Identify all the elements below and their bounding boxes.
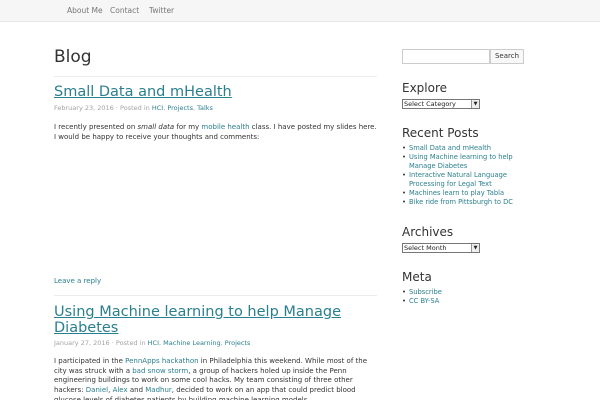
- subscribe-link[interactable]: Subscribe: [409, 288, 442, 296]
- search-button[interactable]: Search: [490, 49, 524, 64]
- list-item: • Machines learn to play Tabla: [402, 189, 524, 197]
- divider: [54, 76, 377, 77]
- top-navbar: About Me Contact Twitter: [0, 0, 600, 22]
- post-excerpt: I participated in the PennApps hackathon…: [54, 357, 367, 400]
- madhur-link[interactable]: Madhur: [145, 386, 172, 394]
- bullet-icon: •: [402, 189, 406, 198]
- month-select-value: Select Month: [404, 244, 447, 252]
- list-item: • Subscribe: [402, 288, 524, 296]
- meta-list: • Subscribe • CC BY-SA: [402, 288, 524, 307]
- post-date: February 23, 2016: [54, 104, 114, 112]
- daniel-link[interactable]: Daniel: [86, 386, 108, 394]
- nav-twitter[interactable]: Twitter: [149, 6, 174, 15]
- category-link[interactable]: HCI: [148, 339, 159, 347]
- posted-in-label: Posted in: [120, 104, 150, 112]
- recent-post-link[interactable]: Using Machine learning to help Manage Di…: [409, 153, 513, 169]
- post-excerpt: I recently presented on small data for m…: [54, 123, 377, 141]
- chevron-down-icon: ▼: [471, 100, 479, 108]
- post-title-link[interactable]: Small Data and mHealth: [54, 84, 354, 100]
- post-title-link[interactable]: Using Machine learning to help Manage Di…: [54, 304, 354, 336]
- category-select-value: Select Category: [404, 100, 456, 108]
- category-link[interactable]: Talks: [197, 104, 213, 112]
- bullet-icon: •: [402, 153, 406, 162]
- leave-reply-link[interactable]: Leave a reply: [54, 277, 101, 285]
- bullet-icon: •: [402, 297, 406, 306]
- chevron-down-icon: ▼: [471, 244, 479, 252]
- explore-title: Explore: [402, 81, 448, 95]
- list-item: • Using Machine learning to help Manage D…: [402, 153, 524, 170]
- post-date: January 27, 2016: [54, 339, 110, 347]
- bullet-icon: •: [402, 198, 406, 207]
- post-meta: January 27, 2016 · Posted in HCI, Machin…: [54, 339, 251, 347]
- month-select[interactable]: Select Month ▼: [402, 243, 480, 253]
- post-meta: February 23, 2016 · Posted in HCI, Proje…: [54, 104, 213, 112]
- nav-about-me[interactable]: About Me: [67, 6, 103, 15]
- posted-in-label: Posted in: [115, 339, 146, 347]
- archives-title: Archives: [402, 225, 454, 239]
- recent-posts-title: Recent Posts: [402, 126, 479, 140]
- recent-post-link[interactable]: Bike ride from Pittsburgh to DC: [409, 198, 513, 206]
- category-select[interactable]: Select Category ▼: [402, 99, 480, 109]
- recent-post-link[interactable]: Machines learn to play Tabla: [409, 189, 504, 197]
- list-item: • Small Data and mHealth: [402, 144, 524, 152]
- alex-link[interactable]: Alex: [113, 386, 128, 394]
- recent-post-link[interactable]: Interactive Natural Language Processing …: [409, 171, 507, 187]
- snow-storm-link[interactable]: bad snow storm: [132, 367, 188, 375]
- license-link[interactable]: CC BY-SA: [409, 297, 439, 305]
- bullet-icon: •: [402, 288, 406, 296]
- category-link[interactable]: Projects: [167, 104, 193, 112]
- search-input[interactable]: [402, 49, 490, 64]
- recent-post-link[interactable]: Small Data and mHealth: [409, 144, 491, 152]
- divider: [54, 295, 377, 296]
- bullet-icon: •: [402, 144, 406, 152]
- meta-title: Meta: [402, 270, 432, 284]
- bullet-icon: •: [402, 171, 406, 180]
- category-link[interactable]: HCI: [152, 104, 163, 112]
- recent-posts-list: • Small Data and mHealth • Using Machine l…: [402, 144, 524, 208]
- list-item: • Bike ride from Pittsburgh to DC: [402, 198, 524, 206]
- category-link[interactable]: Machine Learning: [163, 339, 221, 347]
- nav-contact[interactable]: Contact: [110, 6, 139, 15]
- pennapps-link[interactable]: PennApps hackathon: [125, 357, 198, 365]
- mobile-health-link[interactable]: mobile health: [201, 123, 249, 131]
- category-link[interactable]: Projects: [225, 339, 251, 347]
- page-title: Blog: [54, 47, 92, 67]
- list-item: • CC BY-SA: [402, 297, 524, 305]
- list-item: • Interactive Natural Language Processing…: [402, 171, 524, 188]
